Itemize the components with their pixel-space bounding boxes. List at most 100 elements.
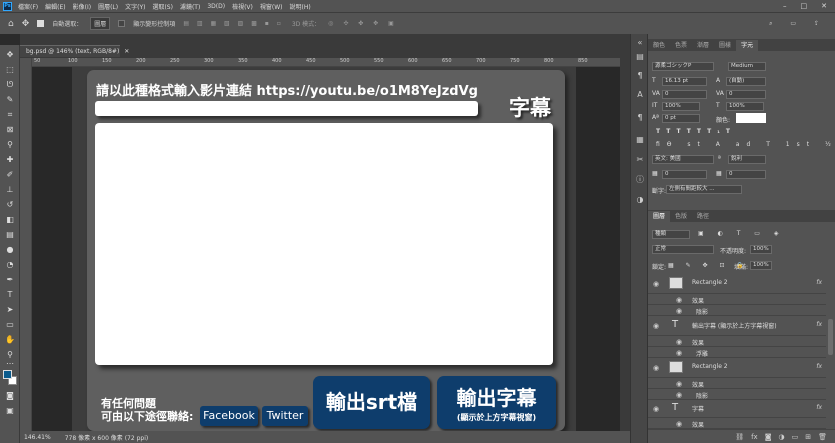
hyphen-select[interactable]: 左側有間距較大 ...: [666, 185, 742, 194]
layer-effect-row[interactable]: ◉ 陰影: [648, 389, 826, 400]
adjustments-icon[interactable]: ◑: [635, 195, 645, 205]
visibility-eye-icon[interactable]: ◉: [676, 391, 682, 399]
horizontal-scale-field[interactable]: 100%: [726, 102, 764, 111]
history-brush-icon[interactable]: ↺: [4, 199, 16, 210]
tab-color[interactable]: 顏色: [648, 40, 670, 51]
paragraph-icon[interactable]: ¶: [635, 71, 645, 81]
eyedropper-icon[interactable]: ⚲: [4, 139, 16, 150]
document-tab[interactable]: bg.psd @ 146% (text, RGB/8#) ✕: [20, 45, 129, 57]
new-layer-icon[interactable]: ⊞: [805, 433, 811, 441]
quick-mask-icon[interactable]: ◙: [4, 390, 16, 401]
more-tools-icon[interactable]: ⋯: [4, 358, 16, 369]
menu-help[interactable]: 說明(H): [290, 2, 311, 11]
tab-gradients[interactable]: 漸層: [692, 40, 714, 51]
visibility-eye-icon[interactable]: ◉: [676, 380, 682, 388]
move-tool-icon[interactable]: ✥: [22, 19, 30, 29]
visibility-eye-icon[interactable]: ◉: [653, 322, 659, 330]
menu-3d[interactable]: 3D(D): [207, 3, 225, 10]
type-tool-icon[interactable]: T: [4, 289, 16, 300]
fill-field[interactable]: 100%: [750, 261, 772, 270]
tab-channels[interactable]: 色版: [670, 211, 692, 222]
menu-file[interactable]: 檔案(F): [18, 2, 38, 11]
vertical-scale-field[interactable]: 100%: [662, 102, 700, 111]
layer-row[interactable]: ◉ T 字幕 fx: [648, 400, 826, 418]
menu-layer[interactable]: 圖層(L): [98, 2, 118, 11]
dodge-icon[interactable]: ◔: [4, 259, 16, 270]
layer-filter-icons[interactable]: ▣ ◐ T ▭ ◈: [698, 230, 784, 237]
minimize-icon[interactable]: –: [783, 2, 787, 10]
auto-select-checkbox[interactable]: [37, 20, 45, 27]
layer-effect-row[interactable]: ◉ 效果: [648, 336, 826, 347]
hand-icon[interactable]: ✋: [4, 334, 16, 345]
swatch-icon[interactable]: ▦: [635, 135, 645, 145]
layer-effect-row[interactable]: ◉ 效果: [648, 418, 826, 429]
auto-select-dropdown[interactable]: 圖層: [90, 17, 111, 30]
text-style-buttons[interactable]: TTTTTT₁T: [656, 128, 736, 135]
canvas-scrollbar[interactable]: [620, 58, 630, 431]
antialias-select[interactable]: 銳利: [728, 155, 766, 164]
visibility-eye-icon[interactable]: ◉: [676, 296, 682, 304]
home-icon[interactable]: ⌂: [8, 19, 14, 29]
visibility-eye-icon[interactable]: ◉: [653, 364, 659, 372]
menu-type[interactable]: 文字(Y): [125, 2, 145, 11]
maximize-icon[interactable]: □: [801, 2, 808, 10]
new-group-icon[interactable]: ▭: [792, 433, 799, 441]
gradient-icon[interactable]: ▤: [4, 229, 16, 240]
text-color-swatch[interactable]: [736, 113, 766, 123]
menu-view[interactable]: 檢視(V): [232, 2, 253, 11]
url-input[interactable]: [95, 101, 478, 116]
rectangle-tool-icon[interactable]: ▭: [4, 319, 16, 330]
leading-field[interactable]: (自動): [726, 77, 766, 86]
marquee-icon[interactable]: ⬚: [4, 64, 16, 75]
crop-icon[interactable]: ⌗: [4, 109, 16, 120]
collapse-icon[interactable]: «: [635, 38, 645, 48]
facebook-button[interactable]: Facebook: [200, 406, 258, 426]
eraser-icon[interactable]: ◧: [4, 214, 16, 225]
add-mask-icon[interactable]: ◙: [765, 433, 772, 441]
close-icon[interactable]: ✕: [821, 2, 827, 10]
layer-effect-row[interactable]: ◉ 效果: [648, 378, 826, 389]
tsume-field[interactable]: 0: [662, 170, 707, 179]
lasso-icon[interactable]: ᘎ: [4, 79, 16, 90]
layer-filter-select[interactable]: 種類: [652, 230, 690, 239]
font-family-select[interactable]: 源柔ゴシックP: [652, 62, 714, 71]
tab-swatches[interactable]: 色票: [670, 40, 692, 51]
kerning-field[interactable]: 0: [662, 90, 707, 99]
visibility-eye-icon[interactable]: ◉: [676, 338, 682, 346]
layer-row[interactable]: ◉ Rectangle 2 fx: [648, 358, 826, 378]
fx-icon[interactable]: fx: [816, 404, 822, 411]
baseline-field[interactable]: 0 pt: [662, 114, 700, 123]
subtitle-text-area[interactable]: [95, 123, 553, 365]
font-size-field[interactable]: 16.13 pt: [662, 77, 707, 86]
layer-row[interactable]: ◉ Rectangle 2 fx: [648, 274, 826, 294]
info-icon[interactable]: ⓘ: [635, 175, 645, 185]
3d-tools-icons[interactable]: ◎ ✣ ✤ ✥ ▣: [328, 20, 398, 27]
foreground-color-swatch[interactable]: [3, 370, 12, 379]
delete-layer-icon[interactable]: 🗑: [818, 433, 827, 441]
language-select[interactable]: 英文: 美國: [652, 155, 714, 164]
tab-paths[interactable]: 路徑: [692, 211, 714, 222]
layer-row[interactable]: ◉ T 輸出字幕 (顯示於上方字幕視窗) fx: [648, 316, 826, 336]
export-subtitle-button[interactable]: 輸出字幕 (顯示於上方字幕視窗): [437, 376, 556, 429]
tab-character[interactable]: 字元: [736, 40, 759, 51]
layer-effect-row[interactable]: ◉ 浮雕: [648, 347, 826, 358]
font-style-select[interactable]: Medium: [728, 62, 766, 71]
paragraph-style-icon[interactable]: ¶: [635, 113, 645, 123]
fx-menu-icon[interactable]: fx: [751, 433, 758, 441]
path-select-icon[interactable]: ➤: [4, 304, 16, 315]
mojikumi-field[interactable]: 0: [726, 170, 766, 179]
fx-icon[interactable]: fx: [816, 279, 822, 286]
blur-icon[interactable]: ●: [4, 244, 16, 255]
show-transform-checkbox[interactable]: [118, 20, 126, 27]
layer-effect-row[interactable]: ◉ 效果: [648, 294, 826, 305]
fx-icon[interactable]: fx: [816, 363, 822, 370]
screen-mode-icon[interactable]: ▣: [4, 405, 16, 416]
healing-brush-icon[interactable]: ✚: [4, 154, 16, 165]
brush-icon[interactable]: ✐: [4, 169, 16, 180]
zoom-level[interactable]: 146.41%: [24, 434, 51, 441]
opentype-buttons[interactable]: ﬁƟ st A ad T 1st ½: [656, 141, 835, 148]
tab-layers[interactable]: 圖層: [648, 211, 671, 222]
adjustment-layer-icon[interactable]: ◑: [779, 433, 785, 441]
export-srt-button[interactable]: 輸出srt檔: [313, 376, 430, 429]
visibility-eye-icon[interactable]: ◉: [653, 280, 659, 288]
